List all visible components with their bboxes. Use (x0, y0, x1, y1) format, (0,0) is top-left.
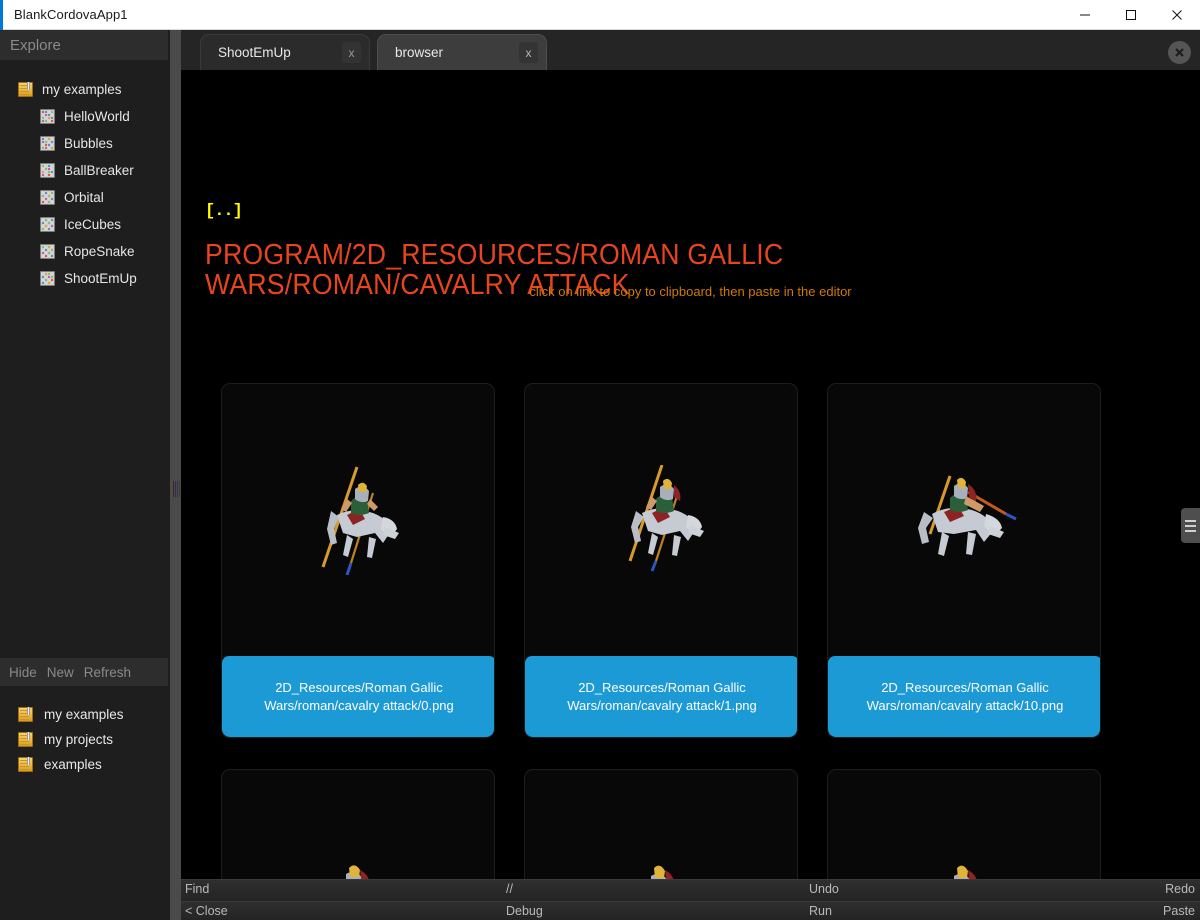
tree-item-helloworld[interactable]: HelloWorld (0, 103, 170, 130)
tree-item-label: HelloWorld (64, 109, 130, 124)
book-icon (18, 757, 33, 772)
tree-item-bubbles[interactable]: Bubbles (0, 130, 170, 157)
folder-item-my-projects[interactable]: my projects (0, 727, 170, 752)
tab-bar: ShootEmUp x browser x (181, 30, 1200, 70)
asset-thumbnail (525, 384, 797, 656)
comment-button[interactable]: // (506, 882, 513, 896)
tree-item-shootemup[interactable]: ShootEmUp (0, 265, 170, 292)
tree-item-my-examples[interactable]: my examples (0, 76, 170, 103)
tab-label: browser (395, 45, 444, 60)
asset-thumbnail (222, 384, 494, 656)
tree-item-ballbreaker[interactable]: BallBreaker (0, 157, 170, 184)
minimize-button[interactable] (1062, 0, 1108, 30)
tree-item-orbital[interactable]: Orbital (0, 184, 170, 211)
tree-item-label: IceCubes (64, 217, 122, 232)
book-icon (18, 707, 33, 722)
tree-item-label: Bubbles (64, 136, 113, 151)
title-bar: BlankCordovaApp1 (0, 0, 1200, 30)
paste-button[interactable]: Paste (1163, 904, 1195, 918)
new-button[interactable]: New (47, 665, 74, 680)
undo-button[interactable]: Undo (809, 882, 839, 896)
redo-button[interactable]: Redo (1165, 882, 1195, 896)
close-button[interactable] (1154, 0, 1200, 30)
asset-card[interactable]: 2D_Resources/Roman Gallic Wars/roman/cav… (827, 383, 1101, 738)
refresh-button[interactable]: Refresh (84, 665, 131, 680)
explorer-action-bar: Hide New Refresh (0, 658, 168, 686)
window-title: BlankCordovaApp1 (14, 7, 128, 22)
asset-card[interactable]: 2D_Resources/Roman Gallic Wars/roman/cav… (524, 383, 798, 738)
folder-item-examples[interactable]: examples (0, 752, 170, 777)
asset-thumbnail (828, 384, 1100, 656)
tree-item-label: RopeSnake (64, 244, 135, 259)
asset-caption[interactable]: 2D_Resources/Roman Gallic Wars/roman/cav… (828, 656, 1100, 737)
splitter-grip[interactable] (171, 480, 180, 498)
project-icon (40, 244, 55, 259)
project-icon (40, 217, 55, 232)
application-window: BlankCordovaApp1 Explore my examples Hel… (0, 0, 1200, 920)
tab-shootemup[interactable]: ShootEmUp x (200, 34, 370, 70)
folder-item-label: my projects (44, 732, 114, 747)
tree-item-label: BallBreaker (64, 163, 134, 178)
folder-item-my-examples[interactable]: my examples (0, 702, 170, 727)
asset-caption[interactable]: 2D_Resources/Roman Gallic Wars/roman/cav… (222, 656, 494, 737)
maximize-button[interactable] (1108, 0, 1154, 30)
asset-caption[interactable]: 2D_Resources/Roman Gallic Wars/roman/cav… (525, 656, 797, 737)
browser-canvas: [..] PROGRAM/2D_RESOURCES/ROMAN GALLIC W… (181, 70, 1200, 910)
explore-placeholder: Explore (10, 36, 61, 54)
close-all-tabs-icon[interactable] (1168, 41, 1191, 64)
panel-toggle-handle[interactable] (1181, 508, 1200, 543)
status-bar-row-2: < Close Debug Run Paste (181, 901, 1200, 920)
asset-grid: 2D_Resources/Roman Gallic Wars/roman/cav… (221, 383, 1161, 910)
book-icon (18, 82, 33, 97)
main-area: ShootEmUp x browser x [..] PROGRAM/2D_RE… (181, 30, 1200, 920)
tab-browser[interactable]: browser x (377, 34, 547, 70)
project-icon (40, 163, 55, 178)
tree-item-label: my examples (42, 82, 122, 97)
debug-button[interactable]: Debug (506, 904, 543, 918)
status-bar-row-1: Find // Undo Redo (181, 879, 1200, 901)
folder-list: my examples my projects examples (0, 702, 170, 777)
find-button[interactable]: Find (185, 882, 209, 896)
explorer-panel: Explore my examples HelloWorld Bubbles B… (0, 30, 170, 920)
tab-close-icon[interactable]: x (519, 42, 538, 63)
tab-label: ShootEmUp (218, 45, 291, 60)
tree-item-label: Orbital (64, 190, 104, 205)
window-controls (1062, 0, 1200, 30)
parent-directory-link[interactable]: [..] (205, 202, 243, 221)
project-icon (40, 190, 55, 205)
asset-card[interactable]: 2D_Resources/Roman Gallic Wars/roman/cav… (221, 383, 495, 738)
tree-item-icecubes[interactable]: IceCubes (0, 211, 170, 238)
tab-close-icon[interactable]: x (342, 42, 361, 63)
hide-button[interactable]: Hide (9, 665, 37, 680)
folder-item-label: my examples (44, 707, 124, 722)
project-icon (40, 271, 55, 286)
tree-item-ropesnake[interactable]: RopeSnake (0, 238, 170, 265)
explore-search-input[interactable]: Explore (0, 30, 168, 60)
page-subtitle: click on link to copy to clipboard, then… (529, 284, 852, 299)
tree-item-label: ShootEmUp (64, 271, 137, 286)
example-tree: my examples HelloWorld Bubbles BallBreak… (0, 76, 170, 292)
title-bar-accent (0, 0, 3, 30)
panel-splitter[interactable] (170, 30, 181, 920)
close-button-bar[interactable]: < Close (185, 904, 228, 918)
run-button[interactable]: Run (809, 904, 832, 918)
folder-item-label: examples (44, 757, 102, 772)
project-icon (40, 109, 55, 124)
project-icon (40, 136, 55, 151)
book-icon (18, 732, 33, 747)
